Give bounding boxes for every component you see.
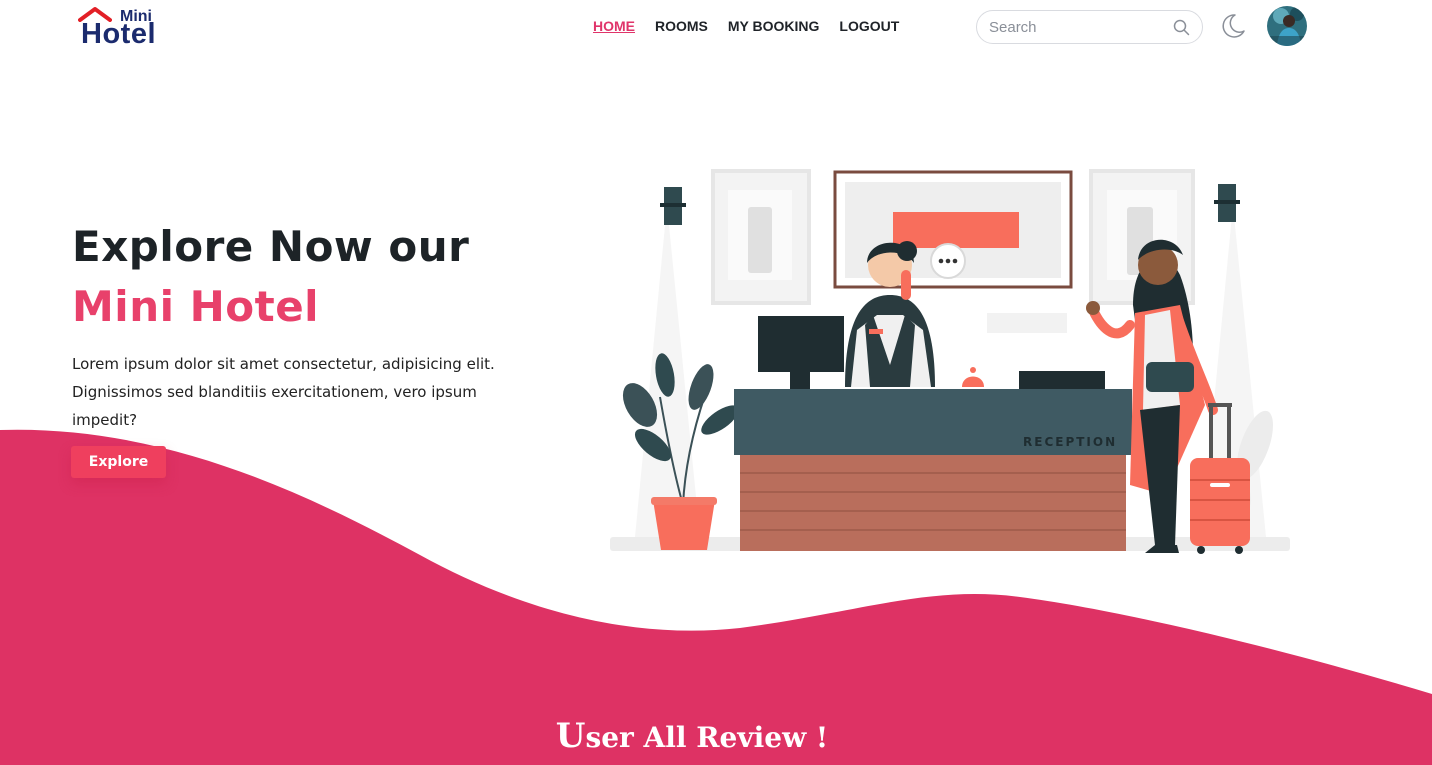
- avatar-image: [1267, 6, 1307, 46]
- main-nav: HOME ROOMS MY BOOKING LOGOUT: [593, 18, 899, 34]
- hero-description: Lorem ipsum dolor sit amet consectetur, …: [72, 355, 495, 429]
- moon-icon[interactable]: [1219, 12, 1247, 40]
- nav-home-link[interactable]: HOME: [593, 18, 635, 34]
- reviews-section-title: User All Review !: [0, 716, 1384, 756]
- search-box: [976, 10, 1203, 44]
- nav-my-booking-link[interactable]: MY BOOKING: [728, 18, 820, 34]
- hotel-reception-illustration: RECEPTION: [610, 169, 1290, 554]
- hero-title-line-1: Explore Now our: [72, 222, 470, 271]
- explore-button[interactable]: Explore: [71, 446, 166, 478]
- reception-sign: RECEPTION: [1023, 435, 1117, 449]
- top-navbar: Mini Hotel HOME ROOMS MY BOOKING LOGOUT: [0, 0, 1432, 56]
- nav-logout-link[interactable]: LOGOUT: [839, 18, 899, 34]
- brand-logo[interactable]: Mini Hotel: [78, 6, 188, 52]
- nav-rooms-link[interactable]: ROOMS: [655, 18, 708, 34]
- reviews-title-rest: ser All Review !: [585, 721, 829, 754]
- search-icon[interactable]: [1173, 19, 1190, 36]
- reviews-title-first-letter: U: [555, 716, 586, 756]
- search-input[interactable]: [989, 18, 1169, 36]
- hero-title-line-2: Mini Hotel: [72, 282, 320, 331]
- user-avatar[interactable]: [1267, 6, 1307, 46]
- brand-large-text: Hotel: [81, 18, 156, 50]
